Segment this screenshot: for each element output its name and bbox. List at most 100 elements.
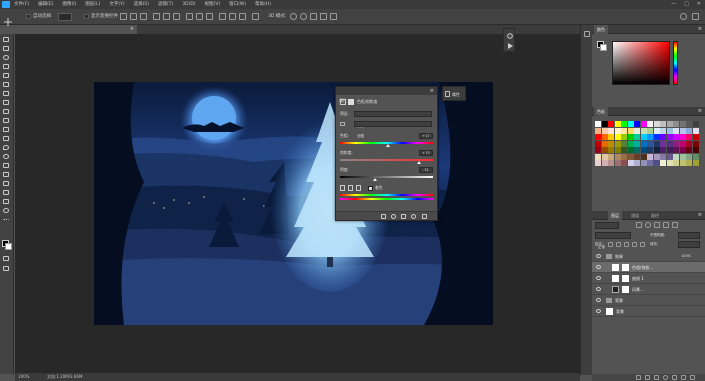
panel-toggle-icon[interactable] <box>584 31 590 37</box>
hue-strip[interactable] <box>673 41 678 85</box>
crop-tool-icon[interactable] <box>3 73 11 79</box>
history-icon[interactable] <box>507 33 513 39</box>
swatch[interactable] <box>634 160 640 166</box>
swatch[interactable] <box>608 147 614 153</box>
swatch[interactable] <box>673 134 679 140</box>
preset-dropdown[interactable]: 默认 <box>354 111 432 128</box>
3d-scale-icon[interactable] <box>330 13 337 20</box>
swatch[interactable] <box>660 140 666 147</box>
swatch[interactable] <box>621 153 627 160</box>
swatch[interactable] <box>692 160 699 166</box>
filter-adjustment-icon[interactable] <box>645 222 651 228</box>
swatch[interactable] <box>666 127 673 134</box>
targeted-adjust-icon[interactable] <box>340 122 345 126</box>
align-right-icon[interactable] <box>173 13 180 20</box>
distribute-middle-icon[interactable] <box>196 13 203 20</box>
swatch[interactable] <box>634 121 640 127</box>
align-middle-icon[interactable] <box>130 13 137 20</box>
align-bottom-icon[interactable] <box>140 13 147 20</box>
saturation-slider-knob[interactable] <box>417 161 422 164</box>
layer-row[interactable]: 风景... <box>592 284 705 295</box>
swatch[interactable] <box>614 153 621 160</box>
3d-slide-icon[interactable] <box>320 13 327 20</box>
layer-row[interactable]: 色相/饱和... <box>592 262 705 273</box>
layer-row[interactable]: 背景 <box>592 306 705 317</box>
swatch[interactable] <box>595 160 601 166</box>
lock-transparency-icon[interactable] <box>608 242 613 247</box>
menu-file[interactable]: 文件(F) <box>14 0 29 9</box>
document-info[interactable]: 文档:1.20M/3.66M <box>47 373 82 381</box>
swatch[interactable] <box>640 140 647 147</box>
swatch[interactable] <box>666 147 673 153</box>
swatch[interactable] <box>653 140 660 147</box>
layer-mask-thumbnail[interactable] <box>622 264 629 271</box>
new-adjustment-icon[interactable] <box>663 375 668 380</box>
swatch[interactable] <box>686 140 692 147</box>
align-center-icon[interactable] <box>163 13 170 20</box>
swatch[interactable] <box>686 147 692 153</box>
saturation-value[interactable]: +75 <box>419 150 433 156</box>
swatch[interactable] <box>647 127 653 134</box>
swatch[interactable] <box>601 140 608 147</box>
more-tools-icon[interactable] <box>3 219 11 225</box>
swatch[interactable] <box>686 121 692 127</box>
close-button[interactable]: ✕ <box>697 1 701 8</box>
swatch[interactable] <box>647 134 653 140</box>
properties-collapsed-tab[interactable]: 属性 <box>442 86 466 101</box>
type-tool-icon[interactable] <box>3 172 11 178</box>
blur-tool-icon[interactable] <box>3 145 11 151</box>
align-left-icon[interactable] <box>153 13 160 20</box>
menu-view[interactable]: 视图(V) <box>205 0 221 9</box>
auto-select-checkbox[interactable] <box>26 14 31 19</box>
swatch[interactable] <box>653 121 660 127</box>
auto-select-dropdown[interactable]: 组 <box>58 13 72 30</box>
swatch[interactable] <box>666 153 673 160</box>
colorize-checkbox[interactable] <box>368 186 373 191</box>
swatch[interactable] <box>666 160 673 166</box>
swatch[interactable] <box>621 147 627 153</box>
color-picker-field[interactable] <box>612 41 670 85</box>
lock-pixels-icon[interactable] <box>616 242 621 247</box>
swatch[interactable] <box>608 134 614 140</box>
delete-layer-icon[interactable] <box>690 375 695 380</box>
zoom-tool-icon[interactable] <box>3 208 11 214</box>
swatch[interactable] <box>692 147 699 153</box>
align-top-icon[interactable] <box>120 13 127 20</box>
hue-value[interactable]: +17 <box>419 133 433 139</box>
swatch[interactable] <box>614 127 621 134</box>
tab-layers[interactable]: 图层 <box>608 211 622 220</box>
visibility-eye-icon[interactable] <box>596 265 601 269</box>
lasso-tool-icon[interactable] <box>3 55 11 61</box>
swatch[interactable] <box>679 134 686 140</box>
menu-select[interactable]: 选择(S) <box>134 0 149 9</box>
menu-filter[interactable]: 滤镜(T) <box>158 0 173 9</box>
filter-shape-icon[interactable] <box>663 222 669 228</box>
layers-panel-menu-icon[interactable]: ≡ <box>698 211 702 220</box>
swatch[interactable] <box>640 153 647 160</box>
swatch[interactable] <box>647 153 653 160</box>
swatch[interactable] <box>686 160 692 166</box>
distribute-right-icon[interactable] <box>239 13 246 20</box>
swatch[interactable] <box>595 147 601 153</box>
visibility-eye-icon[interactable] <box>596 287 601 291</box>
swatch[interactable] <box>679 160 686 166</box>
swatch[interactable] <box>673 160 679 166</box>
opacity-field[interactable]: 100% <box>678 232 700 249</box>
swatch[interactable] <box>601 127 608 134</box>
swatch[interactable] <box>679 127 686 134</box>
swatch[interactable] <box>673 153 679 160</box>
swatch[interactable] <box>679 140 686 147</box>
dodge-tool-icon[interactable] <box>3 154 11 160</box>
swatch[interactable] <box>621 140 627 147</box>
swatch[interactable] <box>595 153 601 160</box>
swatch[interactable] <box>647 121 653 127</box>
hue-slider-knob[interactable] <box>386 144 391 147</box>
swatch[interactable] <box>653 147 660 153</box>
swatch[interactable] <box>627 121 634 127</box>
brush-tool-icon[interactable] <box>3 100 11 106</box>
layer-row[interactable]: 效果 <box>592 251 705 262</box>
layer-style-icon[interactable] <box>645 375 650 380</box>
swatch[interactable] <box>627 140 634 147</box>
swatch[interactable] <box>666 140 673 147</box>
swatch[interactable] <box>595 127 601 134</box>
